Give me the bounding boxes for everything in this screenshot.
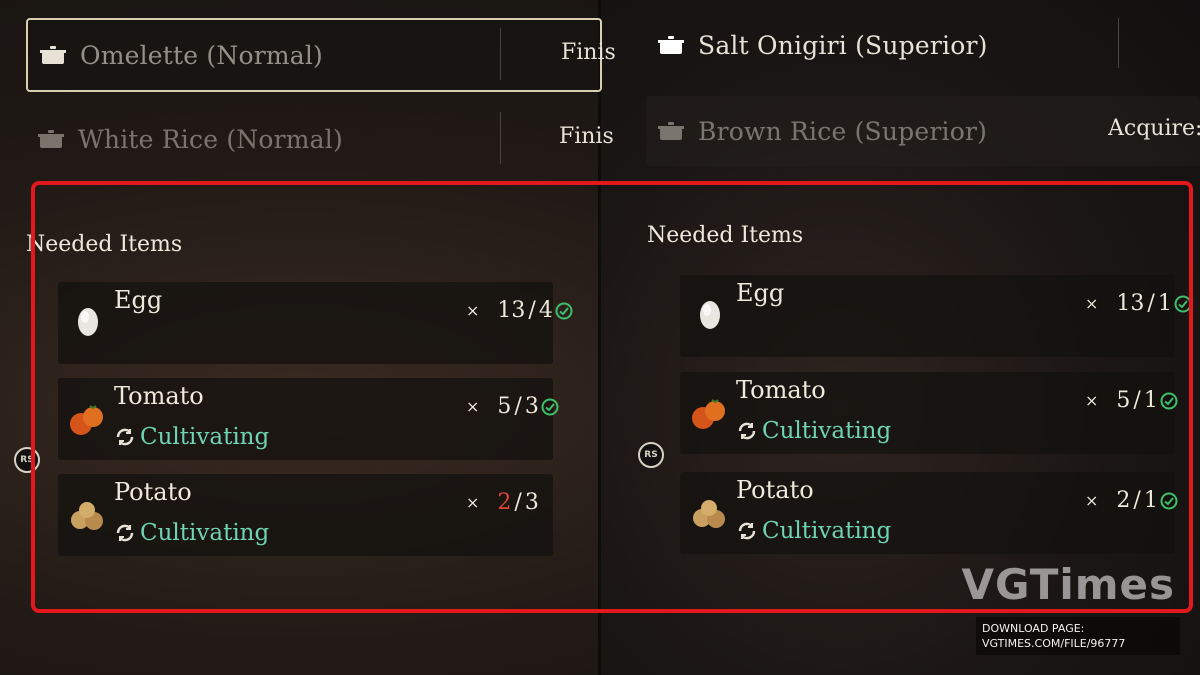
recipe-status: Finis	[559, 124, 614, 149]
cooking-pot-icon	[38, 130, 64, 148]
recipe-name: White Rice (Normal)	[78, 124, 343, 154]
separator	[500, 28, 501, 80]
recipe-name: Omelette (Normal)	[80, 40, 324, 70]
recipe-name: Brown Rice (Superior)	[698, 116, 988, 146]
recipe-status: Finis	[561, 40, 616, 65]
cooking-pot-icon	[658, 36, 684, 54]
watermark-logo: VGTimes	[961, 560, 1175, 609]
cooking-pot-icon	[658, 122, 684, 140]
cooking-pot-icon	[40, 46, 66, 64]
separator	[500, 112, 501, 164]
recipe-status: Acquire: R	[1108, 116, 1200, 141]
highlight-box	[31, 181, 1193, 613]
recipe-white-rice[interactable]: White Rice (Normal) Finis	[26, 104, 614, 174]
download-caption: DOWNLOAD PAGE: VGTIMES.COM/FILE/96777	[976, 617, 1180, 655]
recipe-omelette[interactable]: Omelette (Normal) Finis	[26, 18, 616, 92]
recipe-salt-onigiri[interactable]: Salt Onigiri (Superior)	[646, 10, 1200, 80]
separator	[1118, 18, 1119, 68]
recipe-brown-rice[interactable]: Brown Rice (Superior) Acquire: R	[646, 96, 1200, 166]
recipe-name: Salt Onigiri (Superior)	[698, 30, 988, 60]
